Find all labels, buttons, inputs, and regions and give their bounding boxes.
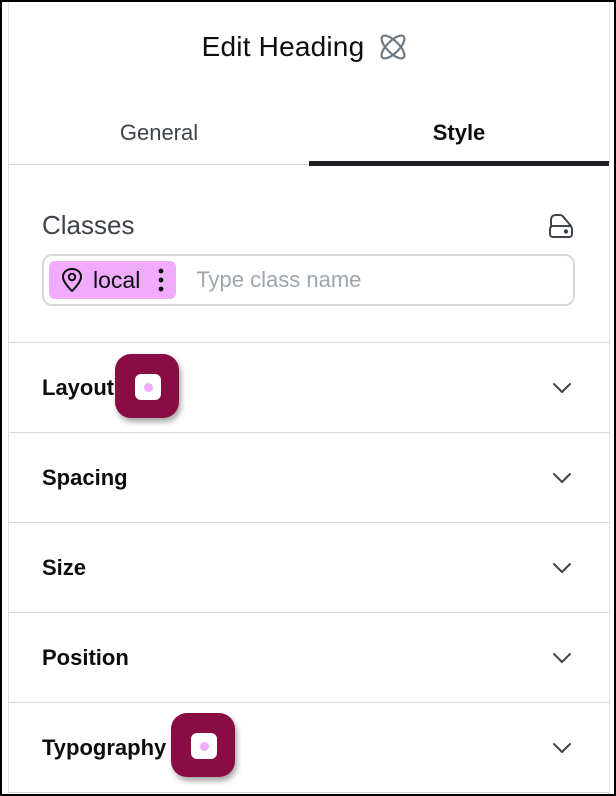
chevron-down-icon [553,472,571,483]
callout-marker-typography [171,713,235,777]
section-label: Spacing [42,464,128,490]
more-vertical-icon[interactable] [154,266,168,294]
editor-panel: Edit Heading General Style Classes local… [8,2,610,794]
section-label: Layout [42,374,115,400]
map-pin-icon [62,268,82,292]
chevron-down-icon [553,382,571,393]
panel-title: Edit Heading [201,31,365,62]
database-icon[interactable] [545,210,577,242]
section-size[interactable]: Size [9,523,609,613]
chevron-down-icon [553,652,571,663]
classes-label: Classes [42,210,135,240]
callout-marker-layout [115,354,179,418]
section-label: Position [42,644,129,670]
chevron-down-icon [553,562,571,573]
section-typography[interactable]: Typography [9,703,609,793]
class-selector[interactable]: local [42,254,575,306]
callout-marker-inner [135,374,161,400]
atom-icon [380,34,406,60]
chevron-down-icon [553,742,571,753]
callout-marker-dot [144,383,153,392]
class-chip-label: local [93,266,141,293]
callout-marker-dot [200,742,209,751]
tab-general[interactable]: General [9,102,309,164]
tab-style[interactable]: Style [309,102,609,166]
section-position[interactable]: Position [9,613,609,703]
class-chip[interactable]: local [49,261,177,299]
section-spacing[interactable]: Spacing [9,433,609,523]
class-name-input[interactable] [194,266,499,294]
screenshot-frame: Edit Heading General Style Classes local… [0,0,616,796]
section-layout[interactable]: Layout [9,343,609,433]
panel-tabs: General Style [9,102,609,166]
section-label: Typography [42,734,167,760]
section-label: Size [42,554,87,580]
panel-header: Edit Heading [9,2,609,92]
classes-section: Classes local [9,164,609,343]
callout-marker-inner [191,733,217,759]
